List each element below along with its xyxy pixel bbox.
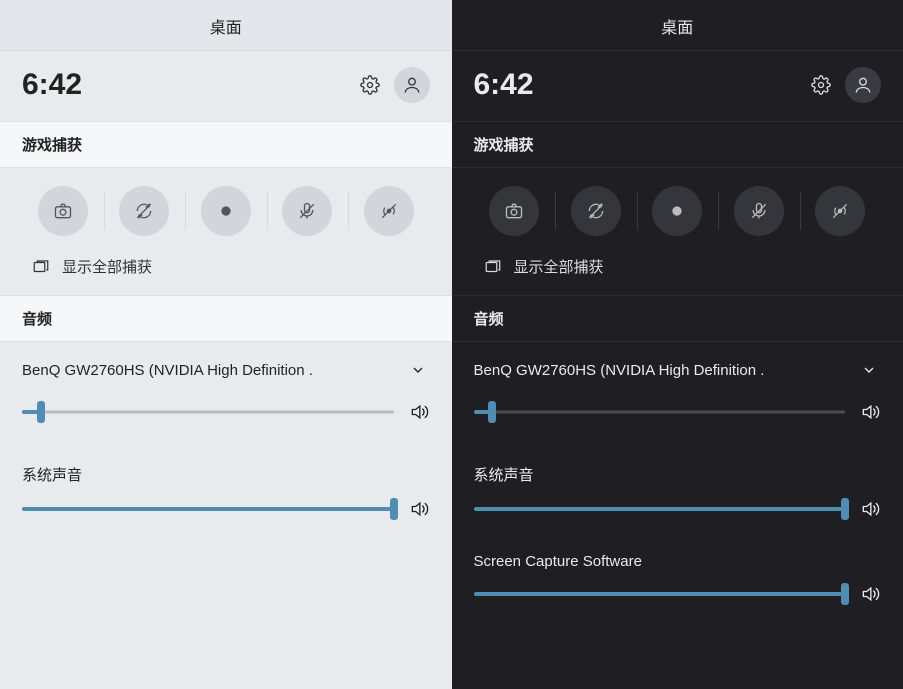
capture-buttons-row: [0, 168, 452, 246]
camera-icon: [504, 201, 524, 221]
gear-icon: [811, 75, 831, 95]
audio-device-row: BenQ GW2760HS (NVIDIA High Definition .: [22, 342, 430, 388]
system-volume-row: [474, 485, 882, 527]
volume-icon: [409, 402, 429, 422]
mic-off-icon: [297, 201, 317, 221]
gamebar-panel-light: 桌面 6:42 游戏捕获 显示: [0, 0, 452, 689]
capture-buttons-row: [452, 168, 903, 246]
audio-device-name: BenQ GW2760HS (NVIDIA High Definition .: [474, 362, 858, 379]
chevron-down-icon: [861, 362, 877, 378]
system-mute-toggle[interactable]: [859, 499, 881, 519]
show-all-captures[interactable]: 显示全部捕获: [452, 246, 903, 295]
settings-button[interactable]: [803, 67, 839, 103]
refresh-off-icon: [586, 201, 606, 221]
device-mute-toggle[interactable]: [859, 402, 881, 422]
system-mute-toggle[interactable]: [408, 499, 430, 519]
device-volume-row: [474, 388, 882, 430]
user-icon: [853, 75, 873, 95]
system-sound-label: 系统声音: [474, 430, 882, 485]
audio-device-name: BenQ GW2760HS (NVIDIA High Definition .: [22, 362, 406, 379]
panel-title: 桌面: [452, 0, 903, 51]
volume-icon: [860, 584, 880, 604]
audio-device-dropdown[interactable]: [857, 358, 881, 382]
gear-icon: [360, 75, 380, 95]
clock-time: 6:42: [22, 68, 346, 102]
settings-button[interactable]: [352, 67, 388, 103]
clock-time: 6:42: [474, 68, 798, 102]
show-all-captures[interactable]: 显示全部捕获: [0, 246, 452, 295]
app-volume-slider[interactable]: [474, 584, 846, 604]
app-mute-toggle[interactable]: [859, 584, 881, 604]
audio-section: BenQ GW2760HS (NVIDIA High Definition . …: [452, 342, 903, 612]
user-icon: [402, 75, 422, 95]
account-button[interactable]: [845, 67, 881, 103]
gallery-icon: [484, 258, 502, 276]
broadcast-button[interactable]: [815, 186, 865, 236]
panel-title: 桌面: [0, 0, 452, 51]
record-button[interactable]: [652, 186, 702, 236]
record-last-button[interactable]: [571, 186, 621, 236]
chevron-down-icon: [410, 362, 426, 378]
broadcast-icon: [830, 201, 850, 221]
screenshot-button[interactable]: [489, 186, 539, 236]
broadcast-button[interactable]: [364, 186, 414, 236]
mic-off-icon: [749, 201, 769, 221]
account-button[interactable]: [394, 67, 430, 103]
audio-section-header: 音频: [0, 295, 452, 342]
capture-section-header: 游戏捕获: [0, 121, 452, 168]
volume-icon: [860, 499, 880, 519]
gamebar-panel-dark: 桌面 6:42 游戏捕获 显示: [452, 0, 903, 689]
refresh-off-icon: [134, 201, 154, 221]
show-all-label: 显示全部捕获: [62, 256, 152, 277]
mic-toggle-button[interactable]: [734, 186, 784, 236]
app-volume-row: [474, 570, 882, 612]
screenshot-button[interactable]: [38, 186, 88, 236]
device-mute-toggle[interactable]: [408, 402, 430, 422]
audio-device-dropdown[interactable]: [406, 358, 430, 382]
system-sound-label: 系统声音: [22, 430, 430, 485]
audio-device-row: BenQ GW2760HS (NVIDIA High Definition .: [474, 342, 882, 388]
record-button[interactable]: [201, 186, 251, 236]
device-volume-slider[interactable]: [474, 402, 846, 422]
volume-icon: [860, 402, 880, 422]
gallery-icon: [32, 258, 50, 276]
mic-toggle-button[interactable]: [282, 186, 332, 236]
volume-icon: [409, 499, 429, 519]
header: 6:42: [452, 51, 903, 121]
audio-section-header: 音频: [452, 295, 903, 342]
record-last-button[interactable]: [119, 186, 169, 236]
system-volume-row: [22, 485, 430, 527]
broadcast-icon: [379, 201, 399, 221]
camera-icon: [53, 201, 73, 221]
capture-section-header: 游戏捕获: [452, 121, 903, 168]
app-sound-label: Screen Capture Software: [474, 527, 882, 570]
show-all-label: 显示全部捕获: [514, 256, 604, 277]
system-volume-slider[interactable]: [474, 499, 846, 519]
device-volume-slider[interactable]: [22, 402, 394, 422]
device-volume-row: [22, 388, 430, 430]
record-icon: [219, 204, 233, 218]
record-icon: [670, 204, 684, 218]
system-volume-slider[interactable]: [22, 499, 394, 519]
header: 6:42: [0, 51, 452, 121]
audio-section: BenQ GW2760HS (NVIDIA High Definition . …: [0, 342, 452, 527]
